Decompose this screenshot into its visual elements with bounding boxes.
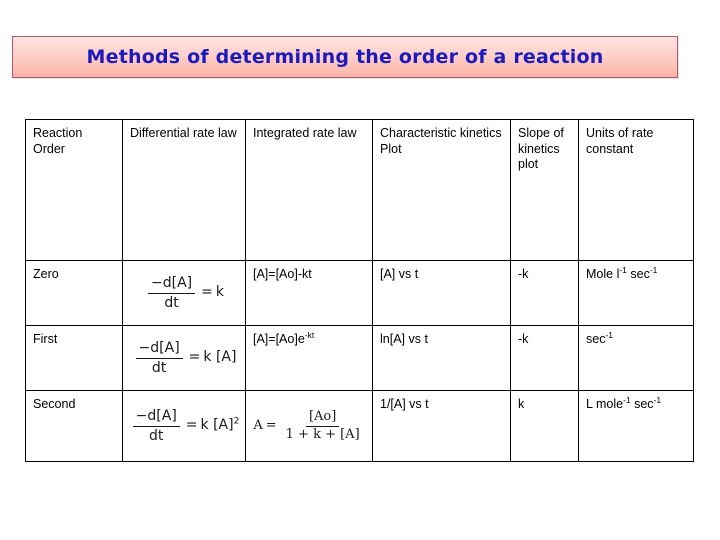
header-cell-characteristic-kinetics-plot: Characteristic kinetics Plot bbox=[372, 119, 511, 261]
units-exponent: -1 bbox=[649, 264, 658, 275]
cell-integrated-rate-law: A = [Ao] 1 + k + [A] bbox=[245, 390, 373, 462]
units-label: Mole l-1 sec-1 bbox=[586, 264, 658, 281]
cell-integrated-rate-law: [A]=[Ao]e-kt bbox=[245, 325, 373, 391]
header-label: Reaction Order bbox=[33, 126, 83, 156]
integrated-rate-law-text: [A]=[Ao]-kt bbox=[253, 267, 312, 281]
header-label: Differential rate law bbox=[130, 126, 237, 140]
integrated-rate-equation: A = [Ao] 1 + k + [A] bbox=[253, 397, 366, 455]
fraction: −d[A] dt bbox=[148, 275, 196, 311]
table-row: Zero −d[A] dt = k [A]=[Ao]-kt [A] vs t -… bbox=[25, 260, 694, 326]
units-label: L mole-1 sec-1 bbox=[586, 394, 662, 411]
table-row: First −d[A] dt = k [A] [A]=[Ao]e-kt ln[A… bbox=[25, 325, 694, 391]
equation-rhs: k bbox=[215, 284, 224, 301]
equation-lhs: A bbox=[253, 417, 263, 433]
cell-slope: k bbox=[510, 390, 579, 462]
table-header-row: Reaction Order Differential rate law Int… bbox=[25, 119, 694, 261]
equals-sign: = bbox=[185, 417, 198, 434]
equals-sign: = bbox=[265, 417, 277, 433]
cell-characteristic-plot: ln[A] vs t bbox=[372, 325, 511, 391]
integrated-rate-law-text: [A]=[Ao]e-kt bbox=[253, 329, 315, 346]
differential-equation: −d[A] dt = k [A]2 bbox=[130, 397, 239, 455]
cell-integrated-rate-law: [A]=[Ao]-kt bbox=[245, 260, 373, 326]
units-label: sec-1 bbox=[586, 329, 614, 346]
units-exponent: -1 bbox=[605, 329, 614, 340]
header-label: Integrated rate law bbox=[253, 126, 357, 140]
header-cell-reaction-order: Reaction Order bbox=[25, 119, 123, 261]
cell-differential-rate-law: −d[A] dt = k bbox=[122, 260, 246, 326]
plot-label: ln[A] vs t bbox=[380, 332, 428, 346]
reaction-order-label: Zero bbox=[33, 267, 59, 281]
cell-reaction-order: First bbox=[25, 325, 123, 391]
header-label: Units of rate constant bbox=[586, 126, 654, 156]
header-cell-units-of-rate-constant: Units of rate constant bbox=[578, 119, 694, 261]
header-label: Characteristic kinetics Plot bbox=[380, 126, 502, 156]
differential-equation: −d[A] dt = k [A] bbox=[130, 332, 239, 384]
fraction-denominator: dt bbox=[151, 359, 167, 376]
reaction-order-label: First bbox=[33, 332, 58, 346]
cell-differential-rate-law: −d[A] dt = k [A]2 bbox=[122, 390, 246, 462]
cell-differential-rate-law: −d[A] dt = k [A] bbox=[122, 325, 246, 391]
cell-reaction-order: Second bbox=[25, 390, 123, 462]
cell-slope: -k bbox=[510, 325, 579, 391]
plot-label: 1/[A] vs t bbox=[380, 397, 429, 411]
units-exponent: -1 bbox=[619, 264, 627, 275]
slope-label: -k bbox=[518, 332, 529, 346]
equation-rhs: k [A] bbox=[203, 349, 237, 366]
fraction-denominator: 1 + k + [A] bbox=[285, 426, 360, 442]
header-cell-differential-rate-law: Differential rate law bbox=[122, 119, 246, 261]
cell-units: Mole l-1 sec-1 bbox=[578, 260, 694, 326]
cell-characteristic-plot: 1/[A] vs t bbox=[372, 390, 511, 462]
reaction-order-label: Second bbox=[33, 397, 76, 411]
fraction-denominator: dt bbox=[149, 427, 164, 444]
page-title: Methods of determining the order of a re… bbox=[86, 46, 604, 68]
equals-sign: = bbox=[201, 284, 213, 301]
cell-units: L mole-1 sec-1 bbox=[578, 390, 694, 462]
cell-slope: -k bbox=[510, 260, 579, 326]
units-exponent: -1 bbox=[653, 394, 662, 405]
units-exponent: -1 bbox=[623, 394, 631, 405]
fraction: −d[A] dt bbox=[135, 340, 183, 376]
header-cell-integrated-rate-law: Integrated rate law bbox=[245, 119, 373, 261]
slope-label: -k bbox=[518, 267, 529, 281]
fraction-numerator: [Ao] bbox=[305, 409, 340, 427]
fraction-numerator: −d[A] bbox=[132, 408, 180, 427]
header-cell-slope-of-kinetics-plot: Slope of kinetics plot bbox=[510, 119, 579, 261]
equation-exponent: 2 bbox=[233, 416, 240, 427]
reaction-order-table: Reaction Order Differential rate law Int… bbox=[25, 119, 694, 462]
fraction-numerator: −d[A] bbox=[135, 340, 183, 359]
differential-equation: −d[A] dt = k bbox=[130, 267, 239, 319]
cell-units: sec-1 bbox=[578, 325, 694, 391]
cell-characteristic-plot: [A] vs t bbox=[372, 260, 511, 326]
fraction: [Ao] 1 + k + [A] bbox=[283, 409, 363, 443]
slide-title-banner: Methods of determining the order of a re… bbox=[12, 36, 678, 78]
cell-reaction-order: Zero bbox=[25, 260, 123, 326]
plot-label: [A] vs t bbox=[380, 267, 419, 281]
fraction: −d[A] dt bbox=[132, 408, 180, 444]
fraction-denominator: dt bbox=[164, 294, 179, 311]
slope-label: k bbox=[518, 397, 525, 411]
table-row: Second −d[A] dt = k [A]2 A = [Ao] 1 + k … bbox=[25, 390, 694, 462]
equals-sign: = bbox=[188, 349, 201, 366]
equation-rhs: k [A]2 bbox=[200, 416, 240, 434]
header-label: Slope of kinetics plot bbox=[518, 126, 564, 172]
fraction-numerator: −d[A] bbox=[148, 275, 196, 294]
integrated-exponent: -kt bbox=[304, 329, 315, 340]
